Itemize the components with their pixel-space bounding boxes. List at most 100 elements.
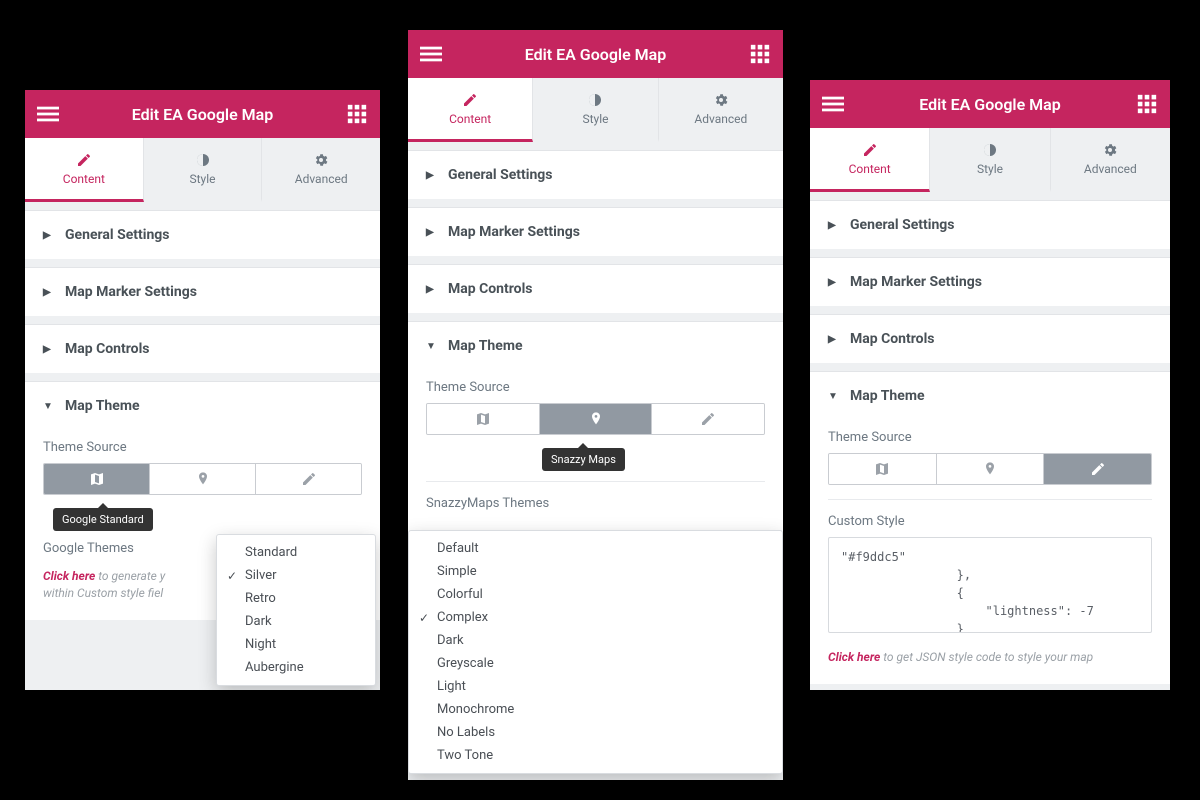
- hamburger-icon[interactable]: [37, 103, 59, 125]
- dropdown-option[interactable]: Retro: [217, 587, 375, 610]
- panel-custom-style: Edit EA Google Map Content Style Advance…: [810, 80, 1170, 690]
- tab-advanced[interactable]: Advanced: [659, 78, 783, 142]
- spacer: [25, 316, 380, 324]
- panel-title: Edit EA Google Map: [442, 45, 749, 64]
- accordion: ▶General Settings ▶Map Marker Settings ▶…: [408, 142, 783, 780]
- theme-source-segmented: [828, 453, 1152, 485]
- pin-icon: [982, 461, 998, 477]
- snazzy-themes-label: SnazzyMaps Themes: [426, 496, 765, 511]
- section-controls-head[interactable]: ▶ Map Controls: [25, 325, 380, 373]
- accordion: ▶General Settings ▶Map Marker Settings ▶…: [810, 192, 1170, 690]
- theme-source-custom[interactable]: [256, 464, 361, 494]
- theme-source-snazzy[interactable]: [937, 454, 1045, 484]
- theme-source-custom[interactable]: [652, 404, 764, 434]
- hamburger-icon[interactable]: [420, 43, 442, 65]
- tab-style[interactable]: Style: [533, 78, 658, 142]
- theme-source-label: Theme Source: [43, 440, 362, 455]
- google-themes-dropdown[interactable]: Standard✓SilverRetroDarkNightAubergine: [216, 534, 376, 686]
- hint-link[interactable]: Click here: [43, 569, 95, 583]
- dropdown-option[interactable]: Default: [409, 537, 782, 560]
- tab-content[interactable]: Content: [810, 128, 930, 192]
- dropdown-option[interactable]: Dark: [409, 629, 782, 652]
- pin-icon: [195, 471, 211, 487]
- section-theme-head[interactable]: ▼Map Theme: [810, 372, 1170, 420]
- dropdown-option[interactable]: ✓Complex: [409, 606, 782, 629]
- theme-source-google[interactable]: [829, 454, 937, 484]
- dropdown-option[interactable]: No Labels: [409, 721, 782, 744]
- section-general-head[interactable]: ▶ General Settings: [25, 211, 380, 259]
- dropdown-option-label: Two Tone: [437, 748, 493, 763]
- theme-source-segmented: [43, 463, 362, 495]
- tab-content[interactable]: Content: [25, 138, 144, 202]
- dropdown-option[interactable]: Light: [409, 675, 782, 698]
- tab-content-label: Content: [63, 172, 105, 186]
- map-fold-icon: [874, 461, 890, 477]
- section-theme-head[interactable]: ▼Map Theme: [408, 322, 783, 370]
- dropdown-option[interactable]: Aubergine: [217, 656, 375, 679]
- section-marker-head[interactable]: ▶Map Marker Settings: [408, 208, 783, 256]
- map-fold-icon: [475, 411, 491, 427]
- tab-advanced[interactable]: Advanced: [1051, 128, 1170, 192]
- edit-icon: [301, 471, 317, 487]
- theme-source-google[interactable]: [427, 404, 540, 434]
- section-theme-body: Theme Source Snazzy Maps SnazzyMaps Them…: [408, 370, 783, 537]
- section-theme-head[interactable]: ▼ Map Theme: [25, 382, 380, 430]
- editor-tabs: Content Style Advanced: [25, 138, 380, 202]
- snazzy-themes-dropdown[interactable]: Default SimpleColorful✓ComplexDark Greysca…: [408, 530, 783, 774]
- tab-content[interactable]: Content: [408, 78, 533, 142]
- section-theme-label: Map Theme: [65, 398, 140, 414]
- tab-style[interactable]: Style: [144, 138, 263, 202]
- tab-advanced-label: Advanced: [295, 172, 348, 186]
- hamburger-icon[interactable]: [822, 93, 844, 115]
- apps-grid-icon[interactable]: [749, 43, 771, 65]
- spacer: [25, 373, 380, 381]
- section-general-head[interactable]: ▶General Settings: [810, 201, 1170, 249]
- section-controls-label: Map Controls: [65, 341, 149, 357]
- apps-grid-icon[interactable]: [1136, 93, 1158, 115]
- theme-source-custom[interactable]: [1044, 454, 1151, 484]
- dropdown-option[interactable]: Night: [217, 633, 375, 656]
- theme-source-google[interactable]: [44, 464, 150, 494]
- custom-style-textarea[interactable]: [828, 537, 1152, 633]
- panel-snazzy-maps: Edit EA Google Map Content Style Advance…: [408, 30, 783, 780]
- section-general: ▶ General Settings: [25, 210, 380, 259]
- dropdown-option[interactable]: Two Tone: [409, 744, 782, 767]
- tab-style[interactable]: Style: [930, 128, 1050, 192]
- dropdown-option-label: Silver: [245, 568, 277, 583]
- dropdown-option[interactable]: Standard: [217, 541, 375, 564]
- caret-down-icon: ▼: [43, 401, 53, 412]
- hint-text: Click here to get JSON style code to sty…: [828, 649, 1152, 666]
- caret-right-icon: ▶: [43, 344, 53, 355]
- panel-header: Edit EA Google Map: [25, 90, 380, 138]
- dropdown-option[interactable]: Monochrome: [409, 698, 782, 721]
- dropdown-option[interactable]: Dark: [217, 610, 375, 633]
- hint-link[interactable]: Click here: [828, 650, 880, 664]
- dropdown-option[interactable]: Colorful: [409, 583, 782, 606]
- panel-title: Edit EA Google Map: [59, 105, 346, 124]
- section-controls-head[interactable]: ▶Map Controls: [408, 265, 783, 313]
- dropdown-option-label: Greyscale: [437, 656, 494, 671]
- section-theme-body: Theme Source Google Standard Google Them…: [25, 430, 380, 620]
- theme-source-segmented: [426, 403, 765, 435]
- section-marker-head[interactable]: ▶Map Marker Settings: [810, 258, 1170, 306]
- theme-source-snazzy[interactable]: [150, 464, 256, 494]
- panel-google-standard: Edit EA Google Map Content Style Advance…: [25, 90, 380, 690]
- dropdown-option-label: Complex: [437, 610, 488, 625]
- section-general-head[interactable]: ▶General Settings: [408, 151, 783, 199]
- tooltip-google-standard: Google Standard: [53, 508, 153, 531]
- map-fold-icon: [89, 471, 105, 487]
- tab-advanced[interactable]: Advanced: [262, 138, 380, 202]
- dropdown-option-label: Monochrome: [437, 702, 514, 717]
- dropdown-option-label: Light: [437, 679, 466, 694]
- spacer: [25, 202, 380, 210]
- dropdown-option-label: Default: [437, 541, 479, 556]
- apps-grid-icon[interactable]: [346, 103, 368, 125]
- dropdown-option[interactable]: ✓Silver: [217, 564, 375, 587]
- dropdown-option[interactable]: Simple: [409, 560, 782, 583]
- tab-style-label: Style: [190, 172, 216, 186]
- dropdown-option[interactable]: Greyscale: [409, 652, 782, 675]
- theme-source-snazzy[interactable]: [540, 404, 653, 434]
- section-controls-head[interactable]: ▶Map Controls: [810, 315, 1170, 363]
- section-marker-head[interactable]: ▶ Map Marker Settings: [25, 268, 380, 316]
- theme-source-label: Theme Source: [828, 430, 1152, 445]
